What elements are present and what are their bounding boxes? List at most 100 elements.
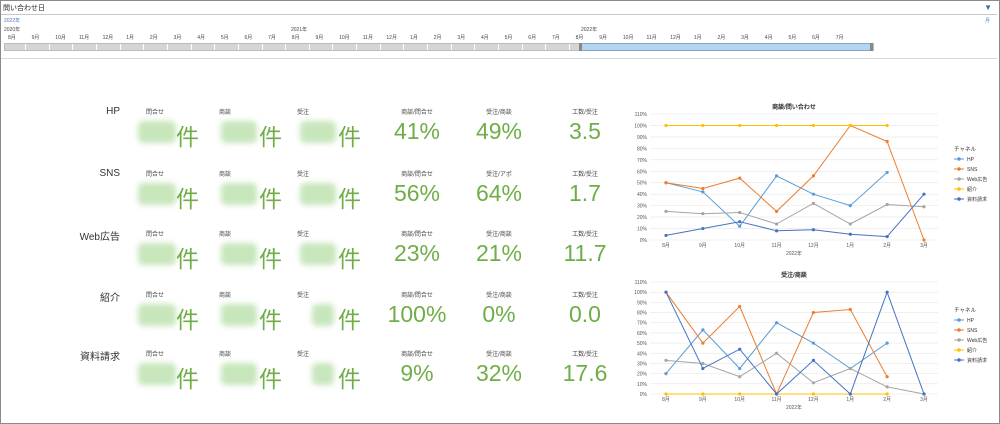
metric-header: 問合せ (145, 232, 164, 238)
x-tick-label: 12月 (808, 397, 819, 403)
count-unit: 件 (259, 124, 282, 150)
timeline-month-label[interactable]: 6月 (812, 34, 820, 41)
timeline-tick (427, 44, 429, 50)
timeline-month-label[interactable]: 5月 (788, 34, 796, 41)
legend-swatch-dot (957, 338, 961, 342)
legend-label: 紹介 (967, 186, 977, 193)
timeline-month-label[interactable]: 12月 (386, 34, 397, 41)
data-point (774, 321, 779, 325)
timeline-month-label[interactable]: 5月 (505, 34, 513, 41)
timeline-month-label[interactable]: 1月 (126, 34, 134, 41)
redacted-count (221, 243, 257, 265)
data-point (811, 201, 816, 205)
timeline-month-label[interactable]: 11月 (363, 34, 373, 41)
date-slicer-header: 問い合わせ日 ▼ (1, 1, 997, 15)
timeline-month-label[interactable]: 8月 (8, 34, 16, 41)
timeline-month-label[interactable]: 7月 (268, 34, 276, 41)
timeline-month-label[interactable]: 10月 (339, 34, 350, 41)
data-point (885, 139, 889, 144)
timeline-month-label[interactable]: 3月 (741, 34, 749, 41)
redacted-count (300, 243, 336, 265)
timeline-bar[interactable] (4, 43, 874, 51)
data-point (885, 234, 889, 239)
timeline-tick (403, 44, 405, 50)
timeline-month-label[interactable]: 4月 (481, 34, 489, 41)
metric-value: 3.5 (569, 118, 601, 144)
timeline-month-label[interactable]: 9月 (32, 34, 40, 41)
count-unit: 件 (176, 124, 199, 150)
timeline-month-label[interactable]: 8月 (576, 34, 584, 41)
timeline-month-label[interactable]: 9月 (599, 34, 607, 41)
timeline-month-label[interactable]: 10月 (623, 34, 634, 41)
timeline-granularity[interactable]: 月 (985, 17, 990, 24)
timeline-month-label[interactable]: 11月 (647, 34, 657, 41)
timeline-month-label[interactable]: 5月 (221, 34, 229, 41)
timeline-tick (143, 44, 145, 50)
data-point (811, 192, 816, 196)
timeline-month-label[interactable]: 4月 (765, 34, 773, 41)
timeline-tick (48, 44, 50, 50)
data-point (738, 366, 742, 371)
timeline-month-label[interactable]: 7月 (552, 34, 560, 41)
y-tick-label: 110% (635, 112, 648, 118)
count-unit: 件 (259, 366, 282, 392)
filter-icon[interactable]: ▼ (984, 3, 992, 12)
timeline-month-label[interactable]: 9月 (315, 34, 323, 41)
channel-label: Web広告 (79, 232, 120, 243)
data-point (922, 205, 926, 209)
timeline-month-label[interactable]: 3月 (457, 34, 465, 41)
metric-value: 1.7 (569, 180, 601, 206)
legend-swatch-dot (957, 358, 961, 362)
timeline-month-label[interactable]: 2月 (718, 34, 726, 41)
data-point (885, 290, 889, 294)
redacted-count (312, 304, 334, 326)
y-tick-label: 20% (637, 372, 648, 378)
x-tick-label: 10月 (734, 243, 745, 249)
metric-header: 受注 (296, 352, 309, 358)
timeline-month-label[interactable]: 3月 (174, 34, 182, 41)
data-point (701, 186, 705, 191)
timeline-month-label[interactable]: 11月 (79, 34, 89, 41)
y-tick-label: 0% (640, 238, 648, 244)
timeline-tick (119, 44, 121, 50)
channel-label: 資料請求 (80, 352, 120, 363)
timeline-month-label[interactable]: 7月 (836, 34, 844, 41)
timeline-month-label[interactable]: 4月 (197, 34, 205, 41)
data-point (774, 351, 779, 355)
timeline-handle-right[interactable] (870, 43, 873, 51)
y-tick-label: 10% (637, 382, 648, 388)
timeline-month-label[interactable]: 2月 (150, 34, 158, 41)
timeline-month-label[interactable]: 10月 (55, 34, 66, 41)
data-point (811, 123, 816, 128)
metric-header: 工数/受注 (572, 172, 598, 178)
timeline-month-label[interactable]: 8月 (292, 34, 300, 41)
legend-label: 紹介 (967, 347, 977, 354)
divider (1, 58, 997, 59)
timeline-month-label[interactable]: 1月 (410, 34, 418, 41)
legend-swatch-dot (957, 177, 961, 181)
data-point (701, 328, 705, 332)
timeline-month-label[interactable]: 12月 (670, 34, 681, 41)
timeline-tick (568, 44, 570, 50)
redacted-count (300, 121, 336, 143)
data-point (701, 212, 705, 216)
metric-value: 32% (475, 360, 523, 386)
timeline-selection[interactable] (580, 43, 872, 51)
timeline-month-label[interactable]: 6月 (245, 34, 253, 41)
timeline-tick (356, 44, 358, 50)
metric-header: 工数/受注 (572, 110, 598, 116)
timeline-month-label[interactable]: 12月 (103, 34, 114, 41)
timeline-handle-left[interactable] (579, 43, 582, 51)
redacted-count (138, 121, 176, 143)
count-unit: 件 (338, 366, 361, 392)
metric-header: 商談 (218, 293, 231, 299)
x-tick-label: 9月 (699, 397, 707, 403)
redacted-count (138, 363, 176, 385)
timeline-month-label[interactable]: 2月 (434, 34, 442, 41)
timeline-month-label[interactable]: 6月 (528, 34, 536, 41)
timeline-month-label[interactable]: 1月 (694, 34, 702, 41)
y-tick-label: 60% (637, 331, 648, 337)
timeline-slicer[interactable]: 2022年 月 2020年 2021年 2022年 8月 9月 10月 11月 12月 1月 2… (1, 16, 997, 58)
data-point (922, 238, 926, 242)
metric-header: 商談/問合せ (401, 232, 433, 238)
